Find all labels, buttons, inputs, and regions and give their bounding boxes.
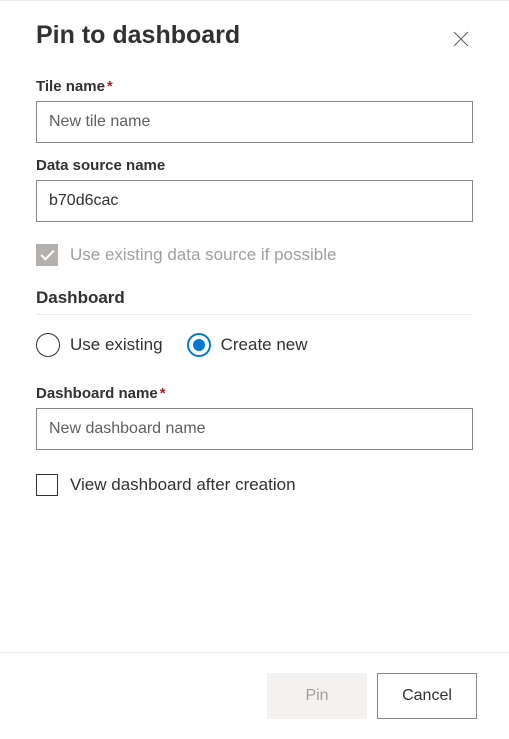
data-source-name-group: Data source name	[36, 157, 473, 222]
cancel-button[interactable]: Cancel	[377, 673, 477, 719]
close-icon	[453, 31, 469, 47]
dashboard-radio-group: Use existing Create new	[36, 333, 473, 357]
use-existing-data-source-label: Use existing data source if possible	[70, 245, 336, 265]
radio-create-new-label: Create new	[221, 335, 308, 355]
dialog-title: Pin to dashboard	[36, 21, 240, 50]
view-after-creation-row: View dashboard after creation	[36, 474, 473, 496]
tile-name-label-text: Tile name	[36, 78, 105, 95]
dialog-header: Pin to dashboard	[36, 21, 473, 54]
radio-use-existing[interactable]: Use existing	[36, 333, 163, 357]
dialog-content: Pin to dashboard Tile name* Data source …	[0, 1, 509, 652]
data-source-name-label: Data source name	[36, 157, 473, 174]
pin-button[interactable]: Pin	[267, 673, 367, 719]
use-existing-data-source-row: Use existing data source if possible	[36, 244, 473, 266]
view-after-creation-checkbox[interactable]	[36, 474, 58, 496]
required-indicator: *	[107, 78, 113, 95]
data-source-name-input[interactable]	[36, 180, 473, 222]
dashboard-section-heading: Dashboard	[36, 288, 473, 315]
radio-use-existing-circle	[36, 333, 60, 357]
view-after-creation-label: View dashboard after creation	[70, 475, 296, 495]
dialog-footer: Pin Cancel	[0, 652, 509, 739]
tile-name-group: Tile name*	[36, 78, 473, 143]
radio-create-new-circle	[187, 333, 211, 357]
dashboard-name-input[interactable]	[36, 408, 473, 450]
required-indicator: *	[160, 385, 166, 402]
radio-use-existing-label: Use existing	[70, 335, 163, 355]
use-existing-data-source-checkbox	[36, 244, 58, 266]
close-button[interactable]	[449, 27, 473, 54]
dashboard-name-label: Dashboard name*	[36, 385, 473, 402]
radio-create-new[interactable]: Create new	[187, 333, 308, 357]
tile-name-label: Tile name*	[36, 78, 473, 95]
dashboard-name-label-text: Dashboard name	[36, 385, 158, 402]
dashboard-name-group: Dashboard name*	[36, 385, 473, 450]
tile-name-input[interactable]	[36, 101, 473, 143]
